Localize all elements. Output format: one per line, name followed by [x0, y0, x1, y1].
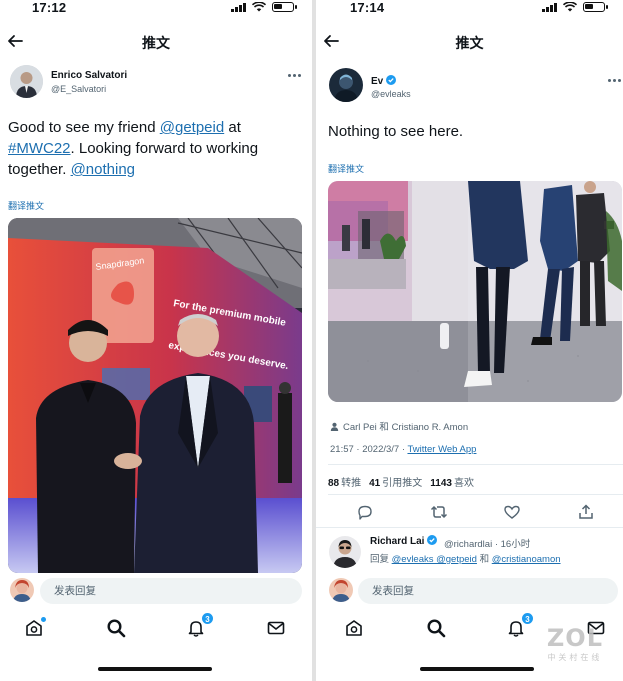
- retweet-count[interactable]: 88 转推: [328, 474, 361, 489]
- search-icon: [107, 619, 126, 638]
- nav-messages[interactable]: [266, 618, 286, 638]
- author-avatar[interactable]: [10, 65, 43, 98]
- share-icon[interactable]: [577, 503, 595, 521]
- wifi-icon: [563, 2, 577, 12]
- divider-line: [328, 494, 623, 495]
- wifi-icon: [252, 2, 266, 12]
- tweet-actions: [328, 502, 623, 522]
- like-icon[interactable]: [503, 503, 521, 521]
- watermark: ZOL 中关村在线: [547, 624, 603, 663]
- retweet-icon[interactable]: [430, 503, 448, 521]
- reply-author-name[interactable]: Richard Lai: [370, 535, 438, 547]
- mention-link[interactable]: @getpeid: [160, 119, 224, 136]
- translate-tweet-link[interactable]: 翻译推文: [8, 199, 44, 212]
- watermark-subtitle: 中关村在线: [547, 653, 603, 662]
- cellular-signal-icon: [542, 2, 557, 12]
- tweet-stats: 88 转推 41 引用推文 1143 喜欢: [328, 474, 474, 489]
- tweet-photo[interactable]: [328, 181, 622, 402]
- battery-icon: [583, 2, 608, 12]
- nav-search[interactable]: [106, 618, 126, 638]
- divider-line: [316, 527, 623, 528]
- watermark-logo: ZOL: [546, 624, 603, 652]
- my-avatar[interactable]: [329, 578, 353, 602]
- divider-line: [328, 464, 623, 465]
- more-options-icon[interactable]: [288, 72, 302, 78]
- my-avatar[interactable]: [10, 578, 34, 602]
- right-screenshot: 17:14 推文 Ev @evleaks Nothing to see here…: [316, 0, 623, 681]
- search-icon: [427, 619, 446, 638]
- tagged-names: Carl Pei 和 Cristiano R. Amon: [343, 422, 469, 433]
- header: 推文: [316, 30, 623, 54]
- tweet-photo[interactable]: Snapdragon For the premium mobile experi…: [8, 218, 302, 573]
- author-name[interactable]: Enrico Salvatori: [51, 70, 127, 81]
- hashtag-link[interactable]: #MWC22: [8, 140, 71, 157]
- tweet-timestamp: 21:57 · 2022/3/7 · Twitter Web App: [330, 444, 477, 455]
- page-title: 推文: [142, 35, 170, 51]
- verified-badge-icon: [427, 535, 438, 545]
- compose-bar: 发表回复: [0, 576, 312, 608]
- cellular-signal-icon: [231, 2, 246, 12]
- home-icon: [346, 620, 362, 636]
- home-indicator[interactable]: [98, 667, 212, 671]
- mention-link[interactable]: @evleaks @getpeid: [392, 554, 477, 565]
- notification-badge: 3: [521, 612, 534, 625]
- nav-search[interactable]: [426, 618, 446, 638]
- unread-dot: [41, 617, 46, 622]
- reply-input[interactable]: 发表回复: [40, 578, 302, 604]
- more-options-icon[interactable]: [608, 77, 622, 83]
- nav-home[interactable]: [344, 618, 364, 638]
- status-time: 17:12: [32, 0, 67, 15]
- source-link[interactable]: Twitter Web App: [407, 444, 476, 455]
- reply-item[interactable]: Richard Lai @richardlai · 16小时 回复 @evlea…: [316, 532, 623, 572]
- tweet-text: Good to see my friend @getpeid at #MWC22…: [8, 119, 259, 178]
- nav-home[interactable]: [24, 617, 46, 638]
- tweet-text: Nothing to see here.: [328, 123, 464, 140]
- status-bar: 17:14: [316, 0, 623, 16]
- quote-count[interactable]: 41 引用推文: [369, 474, 422, 489]
- replying-to: 回复 @evleaks @getpeid 和 @cristianoamon: [370, 554, 561, 565]
- left-screenshot: 17:12 推文 Enrico Salvatori @E_Salvatori G…: [0, 0, 312, 681]
- reply-author-handle[interactable]: @richardlai · 16小时: [444, 536, 530, 550]
- like-count[interactable]: 1143 喜欢: [430, 474, 474, 489]
- header: 推文: [0, 30, 312, 54]
- person-icon: [330, 422, 339, 431]
- reply-input[interactable]: 发表回复: [358, 578, 618, 604]
- battery-icon: [272, 2, 297, 12]
- home-indicator[interactable]: [420, 667, 534, 671]
- author-handle[interactable]: @E_Salvatori: [51, 84, 106, 94]
- verified-badge-icon: [386, 75, 397, 85]
- nav-notifications[interactable]: 3: [506, 612, 534, 638]
- translate-tweet-link[interactable]: 翻译推文: [328, 162, 364, 175]
- tagged-people[interactable]: Carl Pei 和 Cristiano R. Amon: [330, 419, 468, 433]
- reply-icon[interactable]: [356, 503, 374, 521]
- author-avatar[interactable]: [329, 68, 363, 102]
- author-name[interactable]: Ev: [371, 75, 397, 87]
- reply-avatar[interactable]: [329, 536, 361, 568]
- mention-link[interactable]: @cristianoamon: [492, 554, 561, 565]
- nav-notifications[interactable]: 3: [186, 612, 214, 638]
- mention-link[interactable]: @nothing: [71, 161, 135, 178]
- mail-icon: [267, 621, 285, 635]
- compose-bar: 发表回复: [316, 576, 623, 608]
- page-title: 推文: [455, 35, 484, 51]
- status-bar: 17:12: [0, 0, 312, 16]
- bottom-nav: 3: [0, 612, 312, 648]
- status-time: 17:14: [350, 0, 385, 15]
- notification-badge: 3: [201, 612, 214, 625]
- author-handle[interactable]: @evleaks: [371, 89, 411, 99]
